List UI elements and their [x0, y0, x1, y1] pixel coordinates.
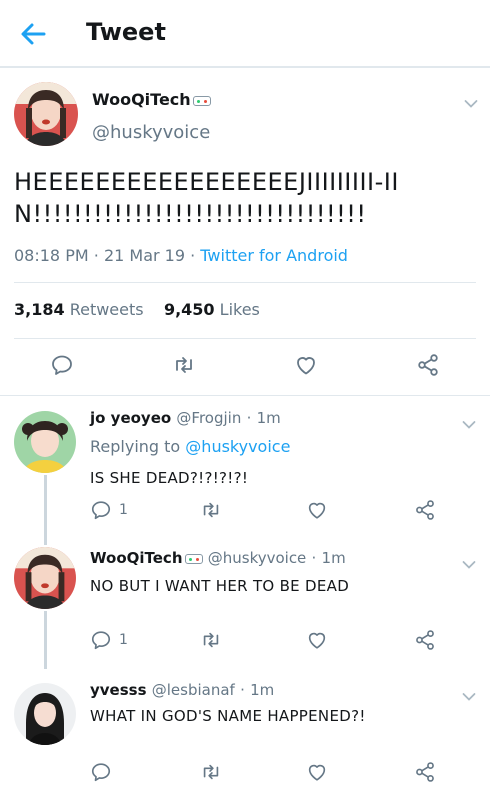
divider [14, 338, 476, 339]
likes-stat[interactable]: 9,450 Likes [164, 300, 260, 319]
tweet-age: 1m [250, 681, 275, 699]
reply-icon[interactable] [90, 759, 112, 785]
share-icon[interactable] [416, 352, 440, 378]
top-bar: Tweet [0, 0, 490, 68]
tweet-time: 08:18 PM [14, 246, 89, 265]
reply-header: yvesss @lesbianaf · 1m [90, 681, 274, 699]
avatar[interactable] [14, 683, 76, 745]
reply-count: 1 [119, 502, 128, 518]
back-arrow-icon[interactable] [18, 20, 48, 48]
tweet-meta: 08:18 PM · 21 Mar 19 · Twitter for Andro… [14, 246, 348, 265]
reply-icon[interactable]: 1 [90, 627, 128, 653]
reply-tweet[interactable]: WooQiTech @huskyvoice · 1m NO BUT I WANT… [0, 537, 490, 669]
reply-action-bar: 1 [0, 627, 490, 657]
replying-label: Replying to [90, 437, 181, 456]
retweets-count: 3,184 [14, 300, 65, 319]
likes-count: 9,450 [163, 300, 215, 319]
mention-link[interactable]: @huskyvoice [185, 437, 290, 456]
reply-count: 1 [119, 632, 128, 648]
tweet-date: 21 Mar 19 [103, 246, 186, 265]
user-handle[interactable]: @Frogjin [176, 409, 241, 427]
share-icon[interactable] [414, 497, 436, 523]
main-tweet: WooQiTech @huskyvoice HEEEEEEEEEEEEEEEEE… [0, 70, 490, 396]
like-icon[interactable] [306, 497, 328, 523]
tweet-text: NO BUT I WANT HER TO BE DEAD [90, 577, 350, 595]
avatar[interactable] [14, 82, 78, 146]
tweet-age: 1m [321, 549, 346, 567]
avatar[interactable] [14, 547, 76, 609]
chevron-down-icon[interactable] [464, 94, 478, 104]
like-icon[interactable] [306, 759, 328, 785]
reply-header: jo yeoyeo @Frogjin · 1m [90, 409, 281, 427]
display-name[interactable]: jo yeoyeo [90, 409, 171, 427]
reply-tweet[interactable]: yvesss @lesbianaf · 1m WHAT IN GOD'S NAM… [0, 669, 490, 800]
share-icon[interactable] [414, 759, 436, 785]
user-handle[interactable]: @huskyvoice [92, 122, 210, 143]
thread-line [44, 537, 47, 545]
replying-to: Replying to @huskyvoice [90, 437, 290, 456]
retweet-icon[interactable] [200, 497, 222, 523]
reply-header: WooQiTech @huskyvoice · 1m [90, 549, 346, 567]
chevron-down-icon[interactable] [462, 555, 476, 565]
reply-icon[interactable]: 1 [90, 497, 128, 523]
divider [14, 282, 476, 283]
separator: · [311, 549, 317, 567]
retweets-stat[interactable]: 3,184 Retweets [14, 300, 144, 319]
avatar[interactable] [14, 411, 76, 473]
reply-icon[interactable] [50, 352, 74, 378]
reply-tweet[interactable]: jo yeoyeo @Frogjin · 1m Replying to @hus… [0, 397, 490, 537]
tweet-text: HEEEEEEEEEEEEEEEEEJIIIIIIIII-IIN!!!!!!!!… [14, 168, 399, 228]
like-icon[interactable] [306, 627, 328, 653]
retweet-icon[interactable] [200, 627, 222, 653]
retweet-icon[interactable] [172, 352, 196, 378]
user-handle[interactable]: @huskyvoice [208, 549, 307, 567]
retweets-label: Retweets [69, 300, 144, 319]
separator: · [246, 409, 252, 427]
reply-action-bar: 1 [0, 497, 490, 527]
display-name-text: WooQiTech [92, 90, 191, 109]
reply-action-bar [0, 759, 490, 789]
separator: · [93, 246, 99, 265]
retweet-icon[interactable] [200, 759, 222, 785]
tweet-stats: 3,184 Retweets 9,450 Likes [14, 300, 260, 319]
share-icon[interactable] [414, 627, 436, 653]
separator: · [240, 681, 245, 699]
tweet-source-link[interactable]: Twitter for Android [200, 246, 348, 265]
game-controller-icon [192, 95, 211, 106]
display-name[interactable]: WooQiTech [92, 90, 211, 109]
display-name[interactable]: yvesss [90, 681, 147, 699]
chevron-down-icon[interactable] [462, 415, 476, 425]
chevron-down-icon[interactable] [462, 687, 476, 697]
likes-label: Likes [219, 300, 260, 319]
tweet-text: WHAT IN GOD'S NAME HAPPENED?! [90, 707, 366, 725]
separator: · [190, 246, 196, 265]
main-action-bar [0, 352, 490, 382]
tweet-age: 1m [256, 409, 281, 427]
game-controller-icon [184, 553, 203, 564]
user-handle[interactable]: @lesbianaf [152, 681, 235, 699]
tweet-text: IS SHE DEAD?!?!?!?! [90, 469, 249, 487]
page-title: Tweet [86, 18, 166, 46]
display-name[interactable]: WooQiTech [90, 549, 183, 567]
like-icon[interactable] [294, 352, 318, 378]
